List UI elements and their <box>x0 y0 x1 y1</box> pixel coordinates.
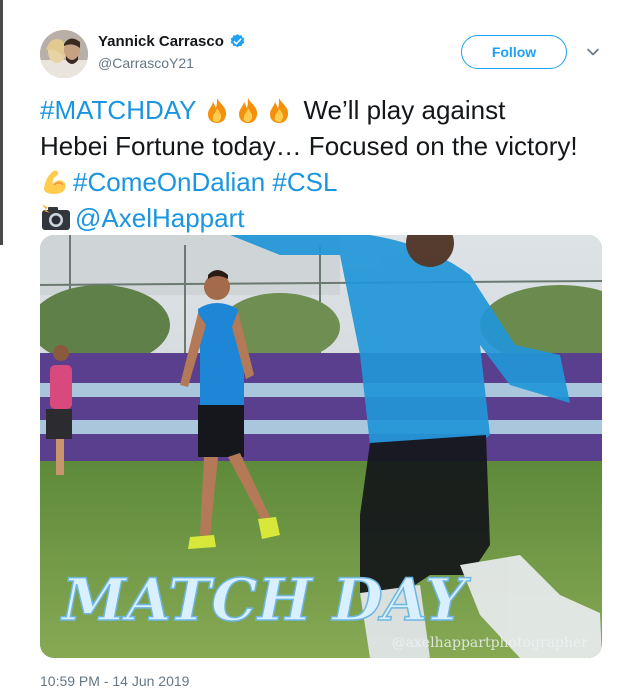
tweet-line-4: @AxelHappart <box>40 200 620 236</box>
fire-emoji-icon <box>239 98 258 123</box>
match-day-photo: MATCH DAY @axelhappartphotographer <box>40 235 602 658</box>
tweet-line-2: Hebei Fortune today… Focused on the vict… <box>40 131 578 161</box>
tweet-timestamp[interactable]: 10:59 PM - 14 Jun 2019 <box>40 673 189 689</box>
chevron-down-icon[interactable] <box>585 44 601 60</box>
follow-button[interactable]: Follow <box>461 35 567 69</box>
photographer-watermark: @axelhappartphotographer <box>392 635 589 651</box>
tweet-text: #MATCHDAY We’ll play against Hebei Fortu… <box>40 92 620 236</box>
tweet-text-segment: We’ll play against <box>296 95 506 125</box>
flexed-biceps-emoji-icon <box>44 170 66 194</box>
user-handle[interactable]: @CarrascoY21 <box>98 55 194 71</box>
camera-with-flash-emoji-icon <box>42 204 70 230</box>
verified-badge-icon <box>230 34 245 48</box>
avatar-photo <box>40 30 88 78</box>
fire-emoji-icon <box>208 98 227 123</box>
hashtags[interactable]: #ComeOnDalian #CSL <box>73 167 337 197</box>
match-day-overlay-title: MATCH DAY <box>60 566 472 634</box>
tweet-line-3: #ComeOnDalian #CSL <box>40 164 620 200</box>
hashtag-matchday[interactable]: #MATCHDAY <box>40 95 196 125</box>
window-left-edge <box>0 0 3 245</box>
user-name-row[interactable]: Yannick Carrasco <box>98 33 246 50</box>
fire-emoji-icon <box>270 98 289 123</box>
tweet-line-1: #MATCHDAY We’ll play against <box>40 92 620 128</box>
mention-link[interactable]: @AxelHappart <box>75 203 244 233</box>
user-name[interactable]: Yannick Carrasco <box>98 33 224 50</box>
avatar[interactable] <box>40 30 88 78</box>
tweet-media-photo[interactable]: MATCH DAY @axelhappartphotographer <box>40 235 602 658</box>
